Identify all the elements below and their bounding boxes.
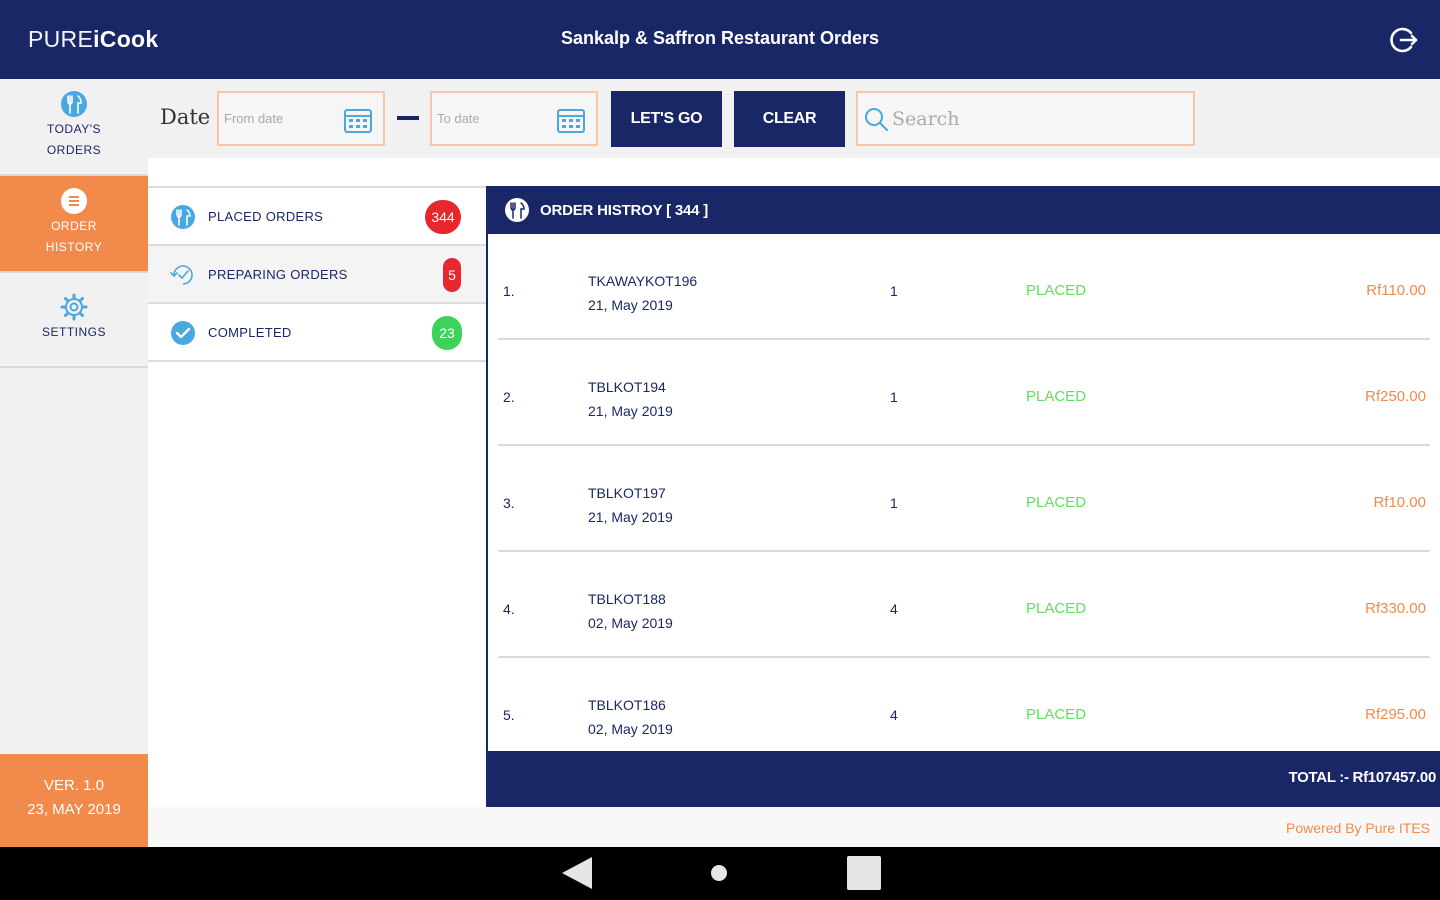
order-list: 1. TKAWAYKOT196 21, May 2019 1 PLACED Rf… <box>488 234 1440 751</box>
order-quantity: 1 <box>890 389 898 405</box>
order-id: TBLKOT197 21, May 2019 <box>588 481 673 529</box>
order-number: 5. <box>503 707 515 723</box>
restaurant-icon <box>505 198 529 222</box>
status-label: COMPLETED <box>208 325 292 340</box>
order-code: TBLKOT197 <box>588 485 666 501</box>
list-icon <box>61 188 87 214</box>
restaurant-icon <box>61 91 87 117</box>
date-label: Date <box>160 105 211 129</box>
count-badge: 5 <box>443 258 461 292</box>
order-code: TBLKOT188 <box>588 591 666 607</box>
version-info: VER. 1.0 23, MAY 2019 <box>0 754 148 847</box>
search-icon <box>865 108 888 131</box>
order-date: 21, May 2019 <box>588 403 673 419</box>
order-date: 02, May 2019 <box>588 615 673 631</box>
status-row-preparing[interactable]: PREPARING ORDERS 5 <box>148 246 486 304</box>
order-status-panel: PLACED ORDERS 344 PREPARING ORDERS 5 COM… <box>148 186 486 363</box>
sidebar-item-label: SETTINGS <box>41 325 106 339</box>
filter-bar: Date From date To date LET'S GO CLEAR Se… <box>148 79 1440 158</box>
order-quantity: 1 <box>890 495 898 511</box>
lets-go-button[interactable]: LET'S GO <box>611 91 722 147</box>
order-row[interactable]: 4. TBLKOT188 02, May 2019 4 PLACED Rf330… <box>488 552 1440 658</box>
order-number: 1. <box>503 283 515 299</box>
to-date-field[interactable]: To date <box>430 91 598 146</box>
order-history-panel: ORDER HISTROY [ 344 ] 1. TKAWAYKOT196 21… <box>486 186 1440 807</box>
footer-strip: Powered By Pure ITES <box>148 807 1440 847</box>
order-row[interactable]: 2. TBLKOT194 21, May 2019 1 PLACED Rf250… <box>488 340 1440 446</box>
sidebar-item-settings[interactable]: SETTINGS <box>0 273 148 368</box>
calendar-icon[interactable] <box>556 106 586 134</box>
home-icon[interactable] <box>711 865 727 881</box>
system-nav-bar <box>0 847 1440 900</box>
check-circle-icon <box>171 321 195 345</box>
logout-icon[interactable] <box>1389 25 1419 55</box>
order-date: 21, May 2019 <box>588 509 673 525</box>
timer-icon <box>170 265 193 285</box>
powered-by-text: Powered By Pure ITES <box>1286 820 1430 836</box>
order-row[interactable]: 1. TKAWAYKOT196 21, May 2019 1 PLACED Rf… <box>488 234 1440 340</box>
sidebar-item-label: ORDERS <box>46 143 102 157</box>
gear-icon <box>60 293 88 321</box>
order-id: TBLKOT186 02, May 2019 <box>588 693 673 741</box>
version-number: VER. 1.0 <box>43 777 105 794</box>
order-status: PLACED <box>1026 600 1087 617</box>
order-id: TKAWAYKOT196 21, May 2019 <box>588 269 697 317</box>
order-number: 3. <box>503 495 515 511</box>
order-status: PLACED <box>1026 706 1087 723</box>
order-total: TOTAL :- Rf107457.00 <box>1288 769 1437 786</box>
order-quantity: 4 <box>890 707 898 723</box>
sidebar-item-todays-orders[interactable]: TODAY'S ORDERS <box>0 79 148 176</box>
back-icon[interactable] <box>558 855 594 891</box>
order-number: 4. <box>503 601 515 617</box>
order-amount: Rf250.00 <box>1365 388 1426 405</box>
status-row-placed[interactable]: PLACED ORDERS 344 <box>148 188 486 246</box>
order-code: TKAWAYKOT196 <box>588 273 698 289</box>
page-title: Sankalp & Saffron Restaurant Orders <box>560 28 880 48</box>
count-badge: 344 <box>425 200 461 234</box>
sidebar-item-label: ORDER <box>51 219 97 233</box>
status-label: PREPARING ORDERS <box>208 267 348 282</box>
sidebar-item-order-history[interactable]: ORDER HISTORY <box>0 176 148 273</box>
order-code: TBLKOT194 <box>588 379 666 395</box>
calendar-icon[interactable] <box>343 106 373 134</box>
order-code: TBLKOT186 <box>588 697 666 713</box>
order-quantity: 4 <box>890 601 898 617</box>
sidebar-item-label: TODAY'S <box>46 122 102 136</box>
order-status: PLACED <box>1026 388 1087 405</box>
order-number: 2. <box>503 389 515 405</box>
order-row[interactable]: 5. TBLKOT186 02, May 2019 4 PLACED Rf295… <box>488 658 1440 751</box>
search-input[interactable]: Search <box>856 91 1195 146</box>
order-history-header: ORDER HISTROY [ 344 ] <box>488 186 1440 234</box>
status-row-completed[interactable]: COMPLETED 23 <box>148 304 486 362</box>
order-amount: Rf110.00 <box>1366 282 1426 299</box>
order-status: PLACED <box>1026 494 1087 511</box>
order-row[interactable]: 3. TBLKOT197 21, May 2019 1 PLACED Rf10.… <box>488 446 1440 552</box>
order-history-footer: TOTAL :- Rf107457.00 <box>488 751 1440 807</box>
order-amount: Rf295.00 <box>1365 706 1426 723</box>
order-id: TBLKOT194 21, May 2019 <box>588 375 673 423</box>
version-date: 23, MAY 2019 <box>27 801 121 818</box>
status-label: PLACED ORDERS <box>208 209 324 224</box>
app-header: PUREiCook Sankalp & Saffron Restaurant O… <box>0 0 1440 79</box>
order-history-title: ORDER HISTROY [ 344 ] <box>540 202 709 219</box>
recent-apps-icon[interactable] <box>847 856 881 890</box>
date-range-separator <box>397 116 419 120</box>
order-quantity: 1 <box>890 283 898 299</box>
search-placeholder: Search <box>892 108 960 130</box>
count-badge: 23 <box>432 316 462 350</box>
from-date-placeholder: From date <box>224 111 284 126</box>
sidebar: TODAY'S ORDERS ORDER HISTORY SETTINGS VE… <box>0 79 148 847</box>
order-status: PLACED <box>1026 282 1087 299</box>
to-date-placeholder: To date <box>437 111 480 126</box>
order-id: TBLKOT188 02, May 2019 <box>588 587 673 635</box>
order-date: 02, May 2019 <box>588 721 673 737</box>
order-amount: Rf10.00 <box>1373 494 1426 511</box>
from-date-field[interactable]: From date <box>217 91 385 146</box>
order-date: 21, May 2019 <box>588 297 673 313</box>
sidebar-item-label: HISTORY <box>45 240 103 254</box>
clear-button[interactable]: CLEAR <box>734 91 845 147</box>
order-amount: Rf330.00 <box>1365 600 1426 617</box>
restaurant-icon <box>171 205 195 229</box>
